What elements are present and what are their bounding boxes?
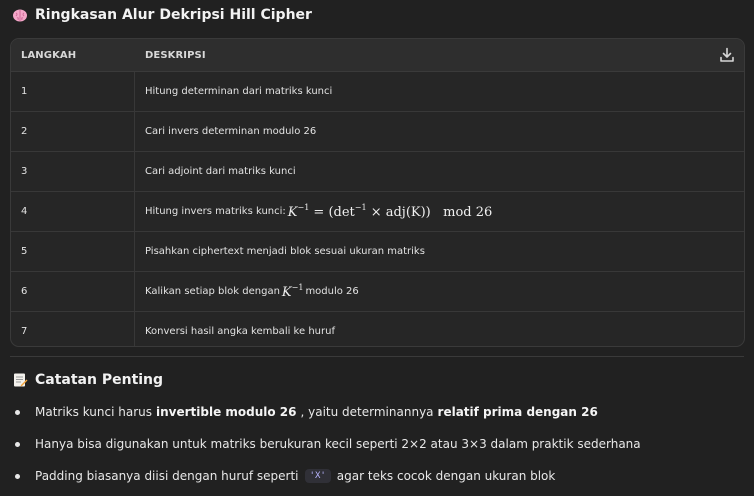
step-text: Hitung invers matriks kunci:: [145, 206, 286, 217]
step-number: 6: [11, 272, 135, 311]
math-var: K: [287, 205, 298, 220]
table-row: 4 Hitung invers matriks kunci: K−1 = (de…: [11, 192, 744, 232]
math-var: K: [281, 285, 292, 300]
table-row: 7 Konversi hasil angka kembali ke huruf: [11, 312, 744, 346]
brain-icon: [13, 9, 27, 22]
table-row: 3 Cari adjoint dari matriks kunci: [11, 152, 744, 192]
section-heading-summary: Ringkasan Alur Dekripsi Hill Cipher: [12, 4, 312, 26]
math-sup: −1: [354, 203, 367, 212]
step-number: 2: [11, 112, 135, 151]
step-number: 1: [11, 72, 135, 111]
section-title: Catatan Penting: [35, 372, 164, 388]
inline-code: 'X': [304, 469, 331, 483]
math-part: = (det: [309, 205, 355, 220]
math-formula: K−1 = (det−1 × adj(K)) mod 26: [288, 203, 493, 220]
step-number: 5: [11, 232, 135, 271]
table-row: 6 Kalikan setiap blok dengan K−1 modulo …: [11, 272, 744, 312]
step-description: Konversi hasil angka kembali ke huruf: [145, 326, 335, 337]
note-text: Matriks kunci harus: [35, 405, 152, 419]
table-row: 5 Pisahkan ciphertext menjadi blok sesua…: [11, 232, 744, 272]
step-description: Cari invers determinan modulo 26: [145, 126, 317, 137]
step-text: Kalikan setiap blok dengan: [145, 286, 280, 297]
math-formula: K−1: [282, 283, 304, 300]
step-number: 7: [11, 312, 135, 346]
note-bold: relatif prima dengan 26: [437, 405, 598, 419]
note-text: , yaitu determinannya: [300, 405, 434, 419]
math-sup: −1: [297, 203, 310, 212]
section-heading-notes: Catatan Penting: [12, 369, 163, 391]
steps-table: LANGKAH DESKRIPSI 1 Hitung determinan da…: [10, 38, 745, 347]
column-header-step: LANGKAH: [21, 49, 77, 61]
step-number: 4: [11, 192, 135, 231]
step-description: Cari adjoint dari matriks kunci: [145, 166, 296, 177]
table-row: 1 Hitung determinan dari matriks kunci: [11, 72, 744, 112]
note-bold: invertible modulo 26: [155, 405, 297, 419]
step-text: modulo 26: [305, 286, 359, 297]
step-description: Hitung invers matriks kunci: K−1 = (det−…: [135, 192, 744, 231]
chat-response: Ringkasan Alur Dekripsi Hill Cipher LANG…: [0, 0, 754, 496]
section-title: Ringkasan Alur Dekripsi Hill Cipher: [35, 7, 312, 23]
step-description: Kalikan setiap blok dengan K−1 modulo 26: [135, 272, 744, 311]
math-sup: −1: [291, 283, 304, 292]
column-header-description: DESKRIPSI: [145, 49, 206, 61]
table-row: 2 Cari invers determinan modulo 26: [11, 112, 744, 152]
step-number: 3: [11, 152, 135, 191]
divider: [10, 356, 744, 357]
note-text: Hanya bisa digunakan untuk matriks beruk…: [35, 437, 641, 451]
list-item: Padding biasanya diisi dengan huruf sepe…: [12, 460, 742, 492]
step-description: Pisahkan ciphertext menjadi blok sesuai …: [145, 246, 425, 257]
table-header: LANGKAH DESKRIPSI: [11, 39, 744, 72]
note-text: Padding biasanya diisi dengan huruf sepe…: [35, 469, 299, 483]
memo-icon: [14, 373, 28, 387]
list-item: Matriks kunci harus invertible modulo 26…: [12, 396, 742, 428]
note-text: agar teks cocok dengan ukuran blok: [336, 469, 556, 483]
download-icon[interactable]: [718, 46, 736, 64]
step-description: Hitung determinan dari matriks kunci: [145, 86, 333, 97]
notes-list: Matriks kunci harus invertible modulo 26…: [12, 396, 742, 492]
list-item: Hanya bisa digunakan untuk matriks beruk…: [12, 428, 742, 460]
math-part: × adj(K)) mod 26: [366, 205, 493, 220]
